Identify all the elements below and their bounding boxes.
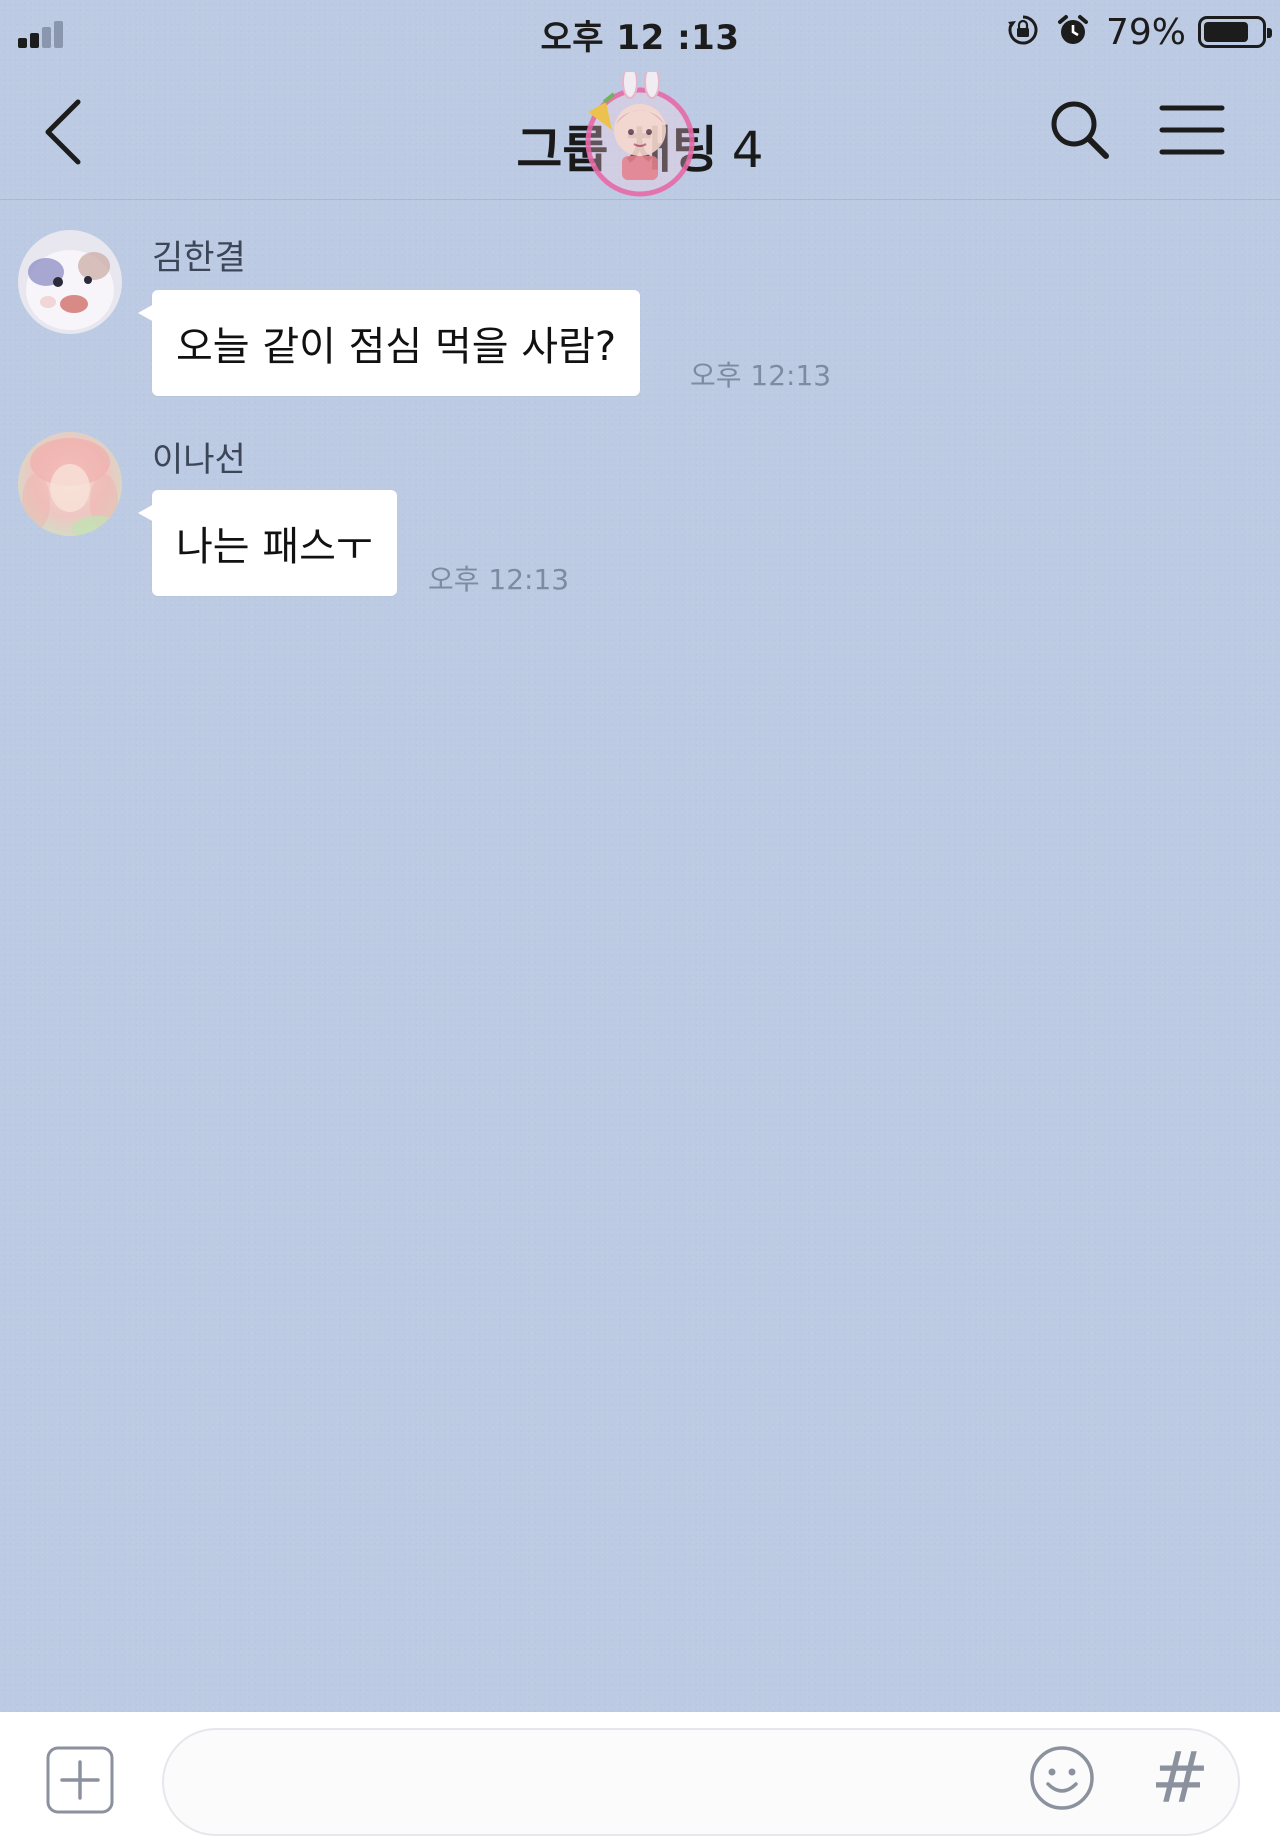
chat-header: 그룹 채팅 4 xyxy=(0,64,1280,200)
message-time: 오후 12:13 xyxy=(428,563,570,596)
member-count: 4 xyxy=(731,121,764,179)
message-time: 오후 12:13 xyxy=(690,359,832,392)
message-text: 나는 패스ㅜ xyxy=(176,524,373,570)
emoji-button[interactable] xyxy=(1028,1744,1096,1812)
add-icon xyxy=(46,1746,114,1814)
avatar[interactable] xyxy=(18,432,122,536)
hamster-avatar-image xyxy=(18,230,122,334)
hashtag-icon[interactable]: # xyxy=(1150,1738,1210,1818)
rotation-lock-icon xyxy=(1006,13,1040,51)
chat-title-text: 그룹 채팅 xyxy=(516,121,718,179)
message-bubble[interactable]: 오늘 같이 점심 먹을 사람? xyxy=(137,290,641,396)
emoji-icon xyxy=(1030,1746,1094,1810)
add-button[interactable] xyxy=(46,1746,114,1814)
avatar[interactable] xyxy=(18,230,122,334)
battery-percent: 79% xyxy=(1105,11,1186,53)
menu-button[interactable] xyxy=(1156,98,1228,162)
message-text: 오늘 같이 점심 먹을 사람? xyxy=(176,324,617,370)
status-right: 79% xyxy=(1006,11,1272,53)
search-icon xyxy=(1051,101,1109,159)
status-bar: 오후 12 :13 79% xyxy=(0,0,1280,64)
search-button[interactable] xyxy=(1044,94,1116,166)
sender-name: 이나선 xyxy=(152,440,246,480)
message-bubble[interactable]: 나는 패스ㅜ xyxy=(138,490,397,596)
battery-fill xyxy=(1204,22,1249,42)
sender-name: 김한결 xyxy=(152,238,246,278)
battery-icon xyxy=(1198,16,1272,48)
alarm-icon xyxy=(1056,13,1090,51)
input-bar: # xyxy=(0,1712,1280,1848)
girl-avatar-image xyxy=(18,432,122,536)
menu-icon xyxy=(1159,105,1225,155)
